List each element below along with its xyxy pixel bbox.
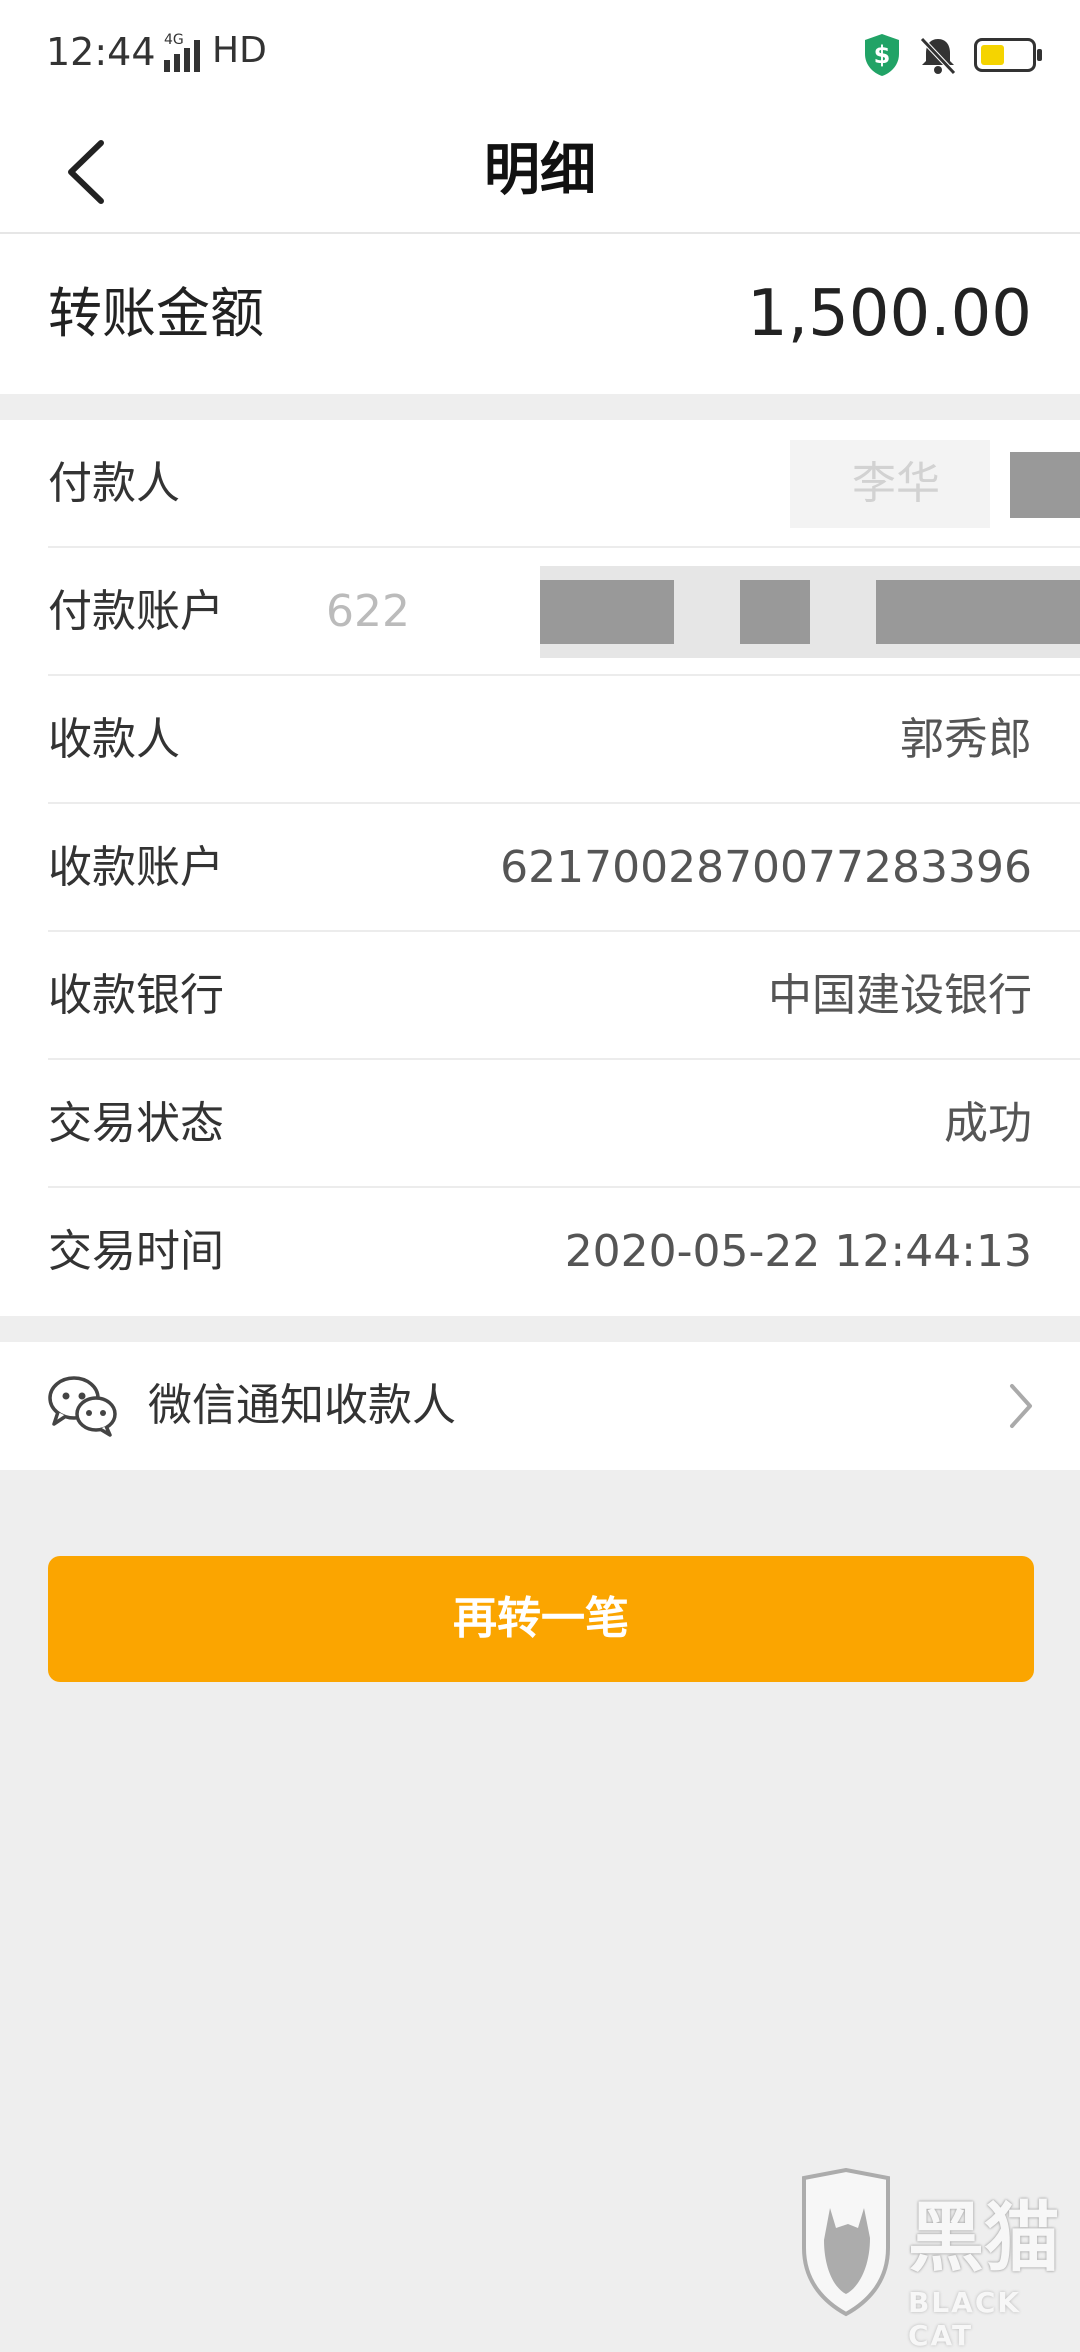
redaction-mask [540,580,674,644]
detail-label: 交易时间 [48,1226,224,1277]
shield-icon: $ [865,34,899,76]
signal-label: 4G [164,32,184,48]
detail-row-time: 交易时间 2020-05-22 12:44:13 [0,1188,1080,1316]
redaction-mask [1010,452,1080,518]
redaction-mask [790,440,990,528]
network-type: HD [212,30,267,71]
detail-row-payer: 付款人 李华 [0,420,1080,548]
watermark: 黑猫 BLACK CAT [796,2168,1066,2352]
detail-value: 6217002870077283396 [500,842,1032,893]
wechat-notify-row[interactable]: 微信通知收款人 [0,1342,1080,1470]
detail-row-payee-account: 收款账户 6217002870077283396 [0,804,1080,932]
status-bar: 12:44 4G HD $ [0,0,1080,110]
amount-label: 转账金额 [48,282,264,345]
watermark-brand: 黑猫 [908,2193,1060,2282]
detail-label: 收款银行 [48,970,224,1021]
chevron-right-icon [1010,1384,1032,1428]
detail-value: 成功 [944,1098,1032,1149]
watermark-sub: BLACK CAT [908,2286,1022,2352]
detail-label: 收款人 [48,714,180,765]
detail-list: 付款人 李华 付款账户 622 收款人 郭秀郎 收款账户 62170028700… [0,420,1080,1316]
battery-icon [974,38,1042,72]
detail-label: 付款账户 [48,586,224,637]
transfer-again-button[interactable]: 再转一笔 [48,1556,1034,1682]
wechat-icon [48,1376,117,1437]
black-cat-logo-icon [802,2168,890,2317]
detail-value: 2020-05-22 12:44:13 [564,1226,1032,1277]
wechat-notify-label: 微信通知收款人 [148,1380,456,1431]
detail-row-payee: 收款人 郭秀郎 [0,676,1080,804]
nav-bar: 明细 [0,110,1080,234]
detail-value: 中国建设银行 [768,970,1032,1021]
status-icons: $ [862,30,1042,80]
back-button[interactable] [40,124,130,220]
page-title: 明细 [484,138,596,203]
svg-text:$: $ [874,41,891,69]
mute-icon [920,37,956,75]
detail-row-status: 交易状态 成功 [0,1060,1080,1188]
redaction-mask [740,580,810,644]
detail-label: 付款人 [48,458,180,509]
status-time: 12:44 [46,30,156,74]
detail-row-bank: 收款银行 中国建设银行 [0,932,1080,1060]
detail-label: 收款账户 [48,842,224,893]
detail-row-payer-account: 付款账户 622 [0,548,1080,676]
payer-account: 622 [326,586,410,637]
amount-card: 转账金额 1,500.00 [0,234,1080,394]
detail-value: 郭秀郎 [900,714,1032,765]
battery-level [981,45,1004,65]
redaction-mask [876,580,1080,644]
amount-value: 1,500.00 [747,277,1032,351]
detail-label: 交易状态 [48,1098,224,1149]
chevron-left-icon [68,140,104,204]
